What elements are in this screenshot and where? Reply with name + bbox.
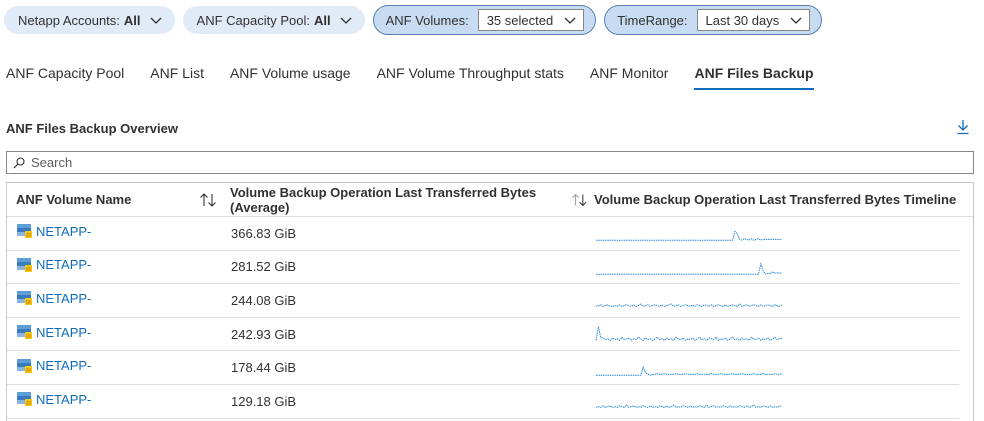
netapp-accounts-filter[interactable]: Netapp Accounts: All — [4, 6, 175, 34]
volume-name-link[interactable]: NETAPP- — [36, 392, 91, 407]
search-box — [6, 151, 974, 174]
chevron-down-icon — [564, 17, 576, 24]
volume-name-link[interactable]: NETAPP- — [36, 257, 91, 272]
transferred-bytes-cell: 129.18 GiB — [231, 393, 297, 409]
transferred-bytes-cell: 281.52 GiB — [231, 259, 297, 275]
timeline-sparkline — [596, 261, 783, 275]
sparkline-series — [596, 261, 783, 275]
parameter-bar: Netapp Accounts: All ANF Capacity Pool: … — [4, 5, 830, 35]
sort-icon[interactable] — [199, 192, 217, 207]
timeline-cell — [587, 256, 783, 278]
timeline-sparkline — [595, 303, 783, 308]
column-header-volume-name[interactable]: ANF Volume Name — [7, 192, 224, 207]
tab-anf-volume-usage[interactable]: ANF Volume usage — [230, 63, 351, 90]
table-header: ANF Volume Name Volume Backup Operation … — [7, 183, 973, 217]
filter-label: Netapp Accounts: — [18, 12, 120, 28]
filter-value: All — [123, 12, 141, 28]
filter-label: ANF Capacity Pool: — [196, 12, 310, 28]
timeline-cell — [587, 390, 783, 412]
volume-icon — [17, 291, 32, 306]
volume-name-cell: NETAPP- — [7, 257, 224, 272]
chevron-down-icon — [340, 17, 352, 24]
time-range-filter: TimeRange: Last 30 days — [604, 5, 823, 35]
sparkline-series — [596, 230, 782, 242]
filter-value: All — [313, 12, 331, 28]
column-header-timeline[interactable]: Volume Backup Operation Last Transferred… — [587, 192, 956, 207]
tab-anf-capacity-pool[interactable]: ANF Capacity Pool — [6, 63, 124, 90]
timeline-cell — [587, 323, 783, 345]
search-input[interactable] — [31, 155, 931, 170]
anf-volumes-dropdown[interactable]: 35 selected — [477, 9, 585, 31]
volume-name-link[interactable]: NETAPP- — [36, 358, 91, 373]
tab-anf-monitor[interactable]: ANF Monitor — [590, 63, 669, 90]
chevron-down-icon — [150, 17, 161, 24]
dropdown-value: Last 30 days — [705, 12, 780, 28]
volume-name-cell: NETAPP- — [7, 392, 224, 407]
timeline-sparkline — [596, 365, 783, 376]
search-icon — [13, 156, 25, 168]
timeline-sparkline — [595, 404, 783, 409]
timeline-cell — [587, 357, 783, 379]
timeline-sparkline — [596, 230, 782, 242]
volume-name-link[interactable]: NETAPP- — [36, 224, 91, 239]
anf-volumes-filter: ANF Volumes: 35 selected — [372, 5, 597, 35]
time-range-dropdown[interactable]: Last 30 days — [696, 9, 811, 31]
download-icon[interactable] — [956, 119, 970, 135]
transferred-bytes-cell: 178.44 GiB — [231, 360, 297, 376]
backup-table: ANF Volume Name Volume Backup Operation … — [6, 182, 974, 421]
volume-name-cell: NETAPP- — [7, 358, 224, 373]
column-header-label: ANF Volume Name — [16, 192, 132, 207]
transferred-bytes-cell: 244.08 GiB — [231, 292, 297, 308]
sparkline-series — [595, 404, 783, 409]
timeline-sparkline — [595, 326, 783, 342]
vertical-scrollbar[interactable] — [959, 217, 973, 421]
table-row: NETAPP- 178.44 GiB — [7, 351, 959, 385]
volume-icon — [17, 392, 32, 407]
volume-name-cell: NETAPP- — [7, 224, 224, 239]
filter-label: ANF Volumes: — [385, 12, 469, 28]
filter-label: TimeRange: — [617, 12, 688, 28]
volume-name-link[interactable]: NETAPP- — [36, 325, 91, 340]
transferred-bytes-cell: 242.93 GiB — [231, 326, 297, 342]
tab-anf-files-backup[interactable]: ANF Files Backup — [694, 63, 814, 90]
chevron-down-icon — [790, 17, 802, 24]
volume-name-cell: NETAPP- — [7, 291, 224, 306]
table-row: NETAPP- 366.83 GiB — [7, 217, 959, 251]
volume-icon — [17, 224, 32, 239]
column-header-label: Volume Backup Operation Last Transferred… — [230, 184, 537, 215]
transferred-bytes-cell: 366.83 GiB — [231, 225, 297, 241]
volume-name-cell: NETAPP- — [7, 325, 224, 340]
dropdown-value: 35 selected — [486, 12, 554, 28]
tab-anf-list[interactable]: ANF List — [150, 63, 204, 90]
sparkline-series — [595, 303, 783, 308]
volume-icon — [17, 325, 32, 340]
volume-name-link[interactable]: NETAPP- — [36, 291, 91, 306]
sort-descending-icon[interactable] — [571, 193, 587, 207]
column-header-transferred-bytes[interactable]: Volume Backup Operation Last Transferred… — [224, 185, 587, 215]
tab-anf-volume-throughput-stats[interactable]: ANF Volume Throughput stats — [377, 63, 564, 90]
section-title: ANF Files Backup Overview — [6, 121, 178, 136]
table-row: NETAPP- 244.08 GiB — [7, 284, 959, 318]
table-row: NETAPP- 129.18 GiB — [7, 385, 959, 419]
table-row: NETAPP- 242.93 GiB — [7, 318, 959, 352]
sparkline-series — [596, 365, 783, 376]
tab-bar: ANF Capacity Pool ANF List ANF Volume us… — [6, 63, 840, 93]
sparkline-series — [595, 326, 783, 342]
capacity-pool-filter[interactable]: ANF Capacity Pool: All — [182, 6, 365, 34]
timeline-cell — [587, 222, 783, 244]
volume-icon — [17, 358, 32, 373]
table-row: NETAPP- 281.52 GiB — [7, 251, 959, 285]
volume-icon — [17, 257, 32, 272]
timeline-cell — [587, 289, 783, 311]
